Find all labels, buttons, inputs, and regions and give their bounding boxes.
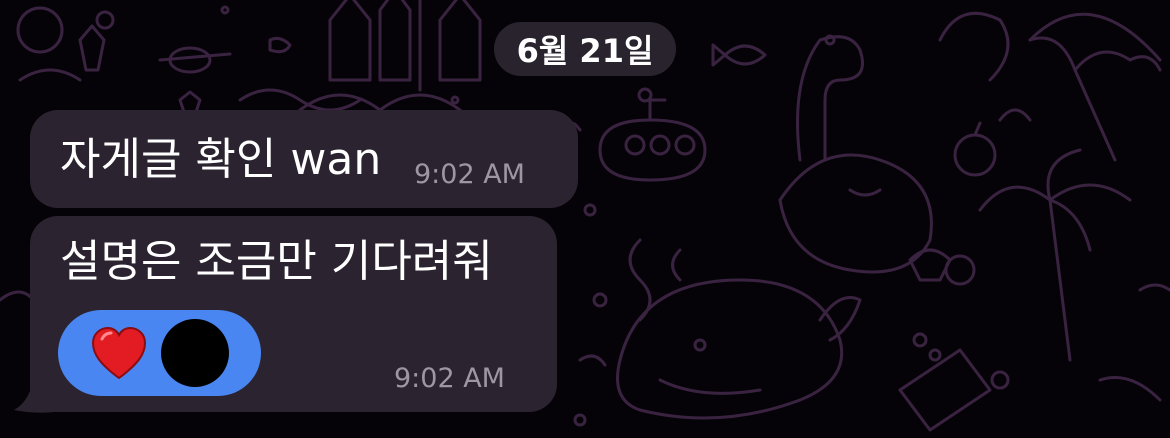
red-heart-icon (91, 326, 147, 380)
message-text: 자게글 확인 wan (60, 134, 382, 185)
reactor-avatar[interactable] (161, 319, 229, 387)
date-separator: 6월 21일 (494, 22, 676, 76)
message-bubble[interactable]: 자게글 확인 wan 9:02 AM (30, 110, 578, 208)
message-timestamp: 9:02 AM (394, 363, 505, 394)
message-bubble[interactable]: 설명은 조금만 기다려줘 9:02 AM (30, 216, 557, 412)
chat-view: 6월 21일 자게글 확인 wan 9:02 AM 설명은 조금만 기다려줘 9… (0, 0, 1170, 438)
date-label: 6월 21일 (516, 32, 654, 70)
message-text: 설명은 조금만 기다려줘 (60, 236, 493, 287)
reactions-pill[interactable] (58, 310, 261, 396)
message-timestamp: 9:02 AM (414, 159, 525, 190)
